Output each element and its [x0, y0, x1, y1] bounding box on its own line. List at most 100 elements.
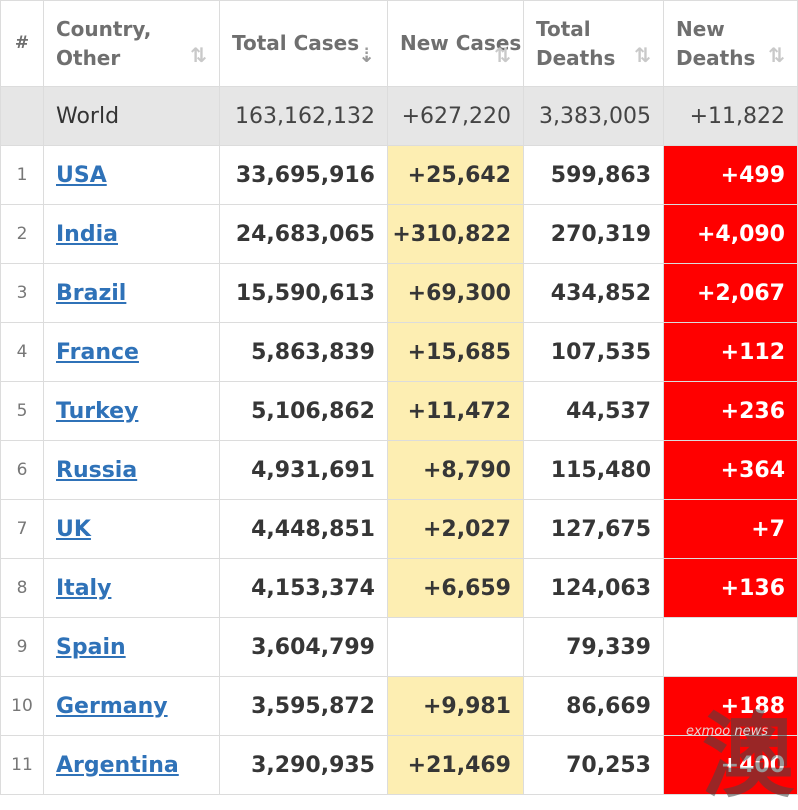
total-cases-cell: 3,604,799: [219, 617, 388, 677]
header-new-cases[interactable]: New Cases ⇅: [387, 0, 524, 87]
header-index[interactable]: #: [0, 0, 44, 87]
new-deaths-cell: +2,067: [663, 263, 798, 323]
total-deaths-cell: 127,675: [523, 499, 664, 559]
world-new-cases: +627,220: [387, 86, 524, 146]
new-deaths-cell: +7: [663, 499, 798, 559]
table-row: 5 Turkey 5,106,862 +11,472 44,537 +236: [0, 381, 798, 441]
row-index: 7: [0, 499, 44, 559]
row-index: 3: [0, 263, 44, 323]
new-cases-cell: +15,685: [387, 322, 524, 382]
new-cases-cell: +69,300: [387, 263, 524, 323]
country-link[interactable]: USA: [56, 163, 107, 188]
new-deaths-cell: +136: [663, 558, 798, 618]
country-link[interactable]: Russia: [56, 458, 137, 483]
world-total-row: World 163,162,132 +627,220 3,383,005 +11…: [0, 86, 798, 146]
table-row: 9 Spain 3,604,799 79,339: [0, 617, 798, 677]
table-row: 8 Italy 4,153,374 +6,659 124,063 +136: [0, 558, 798, 618]
country-cell: France: [43, 322, 220, 382]
table-row: 1 USA 33,695,916 +25,642 599,863 +499: [0, 145, 798, 205]
total-cases-cell: 4,931,691: [219, 440, 388, 500]
table-row: 6 Russia 4,931,691 +8,790 115,480 +364: [0, 440, 798, 500]
new-deaths-cell: +364: [663, 440, 798, 500]
header-country[interactable]: Country, Other ⇅: [43, 0, 220, 87]
header-total-deaths[interactable]: Total Deaths ⇅: [523, 0, 664, 87]
header-total-cases[interactable]: Total Cases ⇣: [219, 0, 388, 87]
new-cases-cell: +9,981: [387, 676, 524, 736]
new-cases-cell: +25,642: [387, 145, 524, 205]
total-deaths-cell: 115,480: [523, 440, 664, 500]
new-deaths-cell: +236: [663, 381, 798, 441]
total-cases-cell: 24,683,065: [219, 204, 388, 264]
country-link[interactable]: Spain: [56, 635, 126, 660]
total-deaths-cell: 599,863: [523, 145, 664, 205]
country-cell: Turkey: [43, 381, 220, 441]
country-link[interactable]: Argentina: [56, 753, 179, 778]
world-total-cases: 163,162,132: [219, 86, 388, 146]
row-index: 11: [0, 735, 44, 795]
table-row: 2 India 24,683,065 +310,822 270,319 +4,090: [0, 204, 798, 264]
row-index: 1: [0, 145, 44, 205]
country-cell: India: [43, 204, 220, 264]
total-deaths-cell: 86,669: [523, 676, 664, 736]
world-label: World: [43, 86, 220, 146]
total-deaths-cell: 107,535: [523, 322, 664, 382]
country-cell: USA: [43, 145, 220, 205]
new-deaths-cell: +400: [663, 735, 798, 795]
total-deaths-cell: 79,339: [523, 617, 664, 677]
row-index: 4: [0, 322, 44, 382]
country-link[interactable]: UK: [56, 517, 91, 542]
total-cases-cell: 15,590,613: [219, 263, 388, 323]
table-row: 11 Argentina 3,290,935 +21,469 70,253 +400: [0, 735, 798, 795]
sort-descending-icon[interactable]: ⇣: [358, 41, 375, 70]
sort-arrows-icon[interactable]: ⇅: [768, 41, 785, 70]
sort-arrows-icon[interactable]: ⇅: [634, 41, 651, 70]
country-cell: UK: [43, 499, 220, 559]
header-new-deaths[interactable]: New Deaths ⇅: [663, 0, 798, 87]
world-new-deaths: +11,822: [663, 86, 798, 146]
new-deaths-cell: +112: [663, 322, 798, 382]
total-cases-cell: 4,153,374: [219, 558, 388, 618]
new-deaths-cell: +4,090: [663, 204, 798, 264]
total-deaths-cell: 70,253: [523, 735, 664, 795]
row-index: 10: [0, 676, 44, 736]
world-index-cell: [0, 86, 44, 146]
world-total-deaths: 3,383,005: [523, 86, 664, 146]
new-cases-cell: +2,027: [387, 499, 524, 559]
table-row: 3 Brazil 15,590,613 +69,300 434,852 +2,067: [0, 263, 798, 323]
new-deaths-cell: +188: [663, 676, 798, 736]
new-cases-cell: [387, 617, 524, 677]
covid-stats-table: # Country, Other ⇅ Total Cases ⇣ New Cases…: [0, 0, 798, 795]
country-link[interactable]: Turkey: [56, 399, 138, 424]
country-link[interactable]: India: [56, 222, 118, 247]
country-link[interactable]: Italy: [56, 576, 111, 601]
new-cases-cell: +6,659: [387, 558, 524, 618]
total-cases-cell: 3,290,935: [219, 735, 388, 795]
table-row: 7 UK 4,448,851 +2,027 127,675 +7: [0, 499, 798, 559]
country-cell: Argentina: [43, 735, 220, 795]
new-cases-cell: +310,822: [387, 204, 524, 264]
total-cases-cell: 3,595,872: [219, 676, 388, 736]
country-cell: Brazil: [43, 263, 220, 323]
country-link[interactable]: Brazil: [56, 281, 126, 306]
total-deaths-cell: 434,852: [523, 263, 664, 323]
sort-arrows-icon[interactable]: ⇅: [190, 41, 207, 70]
header-row: # Country, Other ⇅ Total Cases ⇣ New Cases…: [0, 0, 798, 87]
total-cases-cell: 4,448,851: [219, 499, 388, 559]
total-cases-cell: 5,863,839: [219, 322, 388, 382]
country-link[interactable]: France: [56, 340, 139, 365]
row-index: 9: [0, 617, 44, 677]
country-link[interactable]: Germany: [56, 694, 168, 719]
row-index: 6: [0, 440, 44, 500]
table-row: 4 France 5,863,839 +15,685 107,535 +112: [0, 322, 798, 382]
row-index: 8: [0, 558, 44, 618]
total-deaths-cell: 270,319: [523, 204, 664, 264]
total-deaths-cell: 44,537: [523, 381, 664, 441]
new-deaths-cell: +499: [663, 145, 798, 205]
country-cell: Italy: [43, 558, 220, 618]
new-cases-cell: +11,472: [387, 381, 524, 441]
total-cases-cell: 5,106,862: [219, 381, 388, 441]
row-index: 2: [0, 204, 44, 264]
sort-arrows-icon[interactable]: ⇅: [494, 41, 511, 70]
total-deaths-cell: 124,063: [523, 558, 664, 618]
new-deaths-cell: [663, 617, 798, 677]
